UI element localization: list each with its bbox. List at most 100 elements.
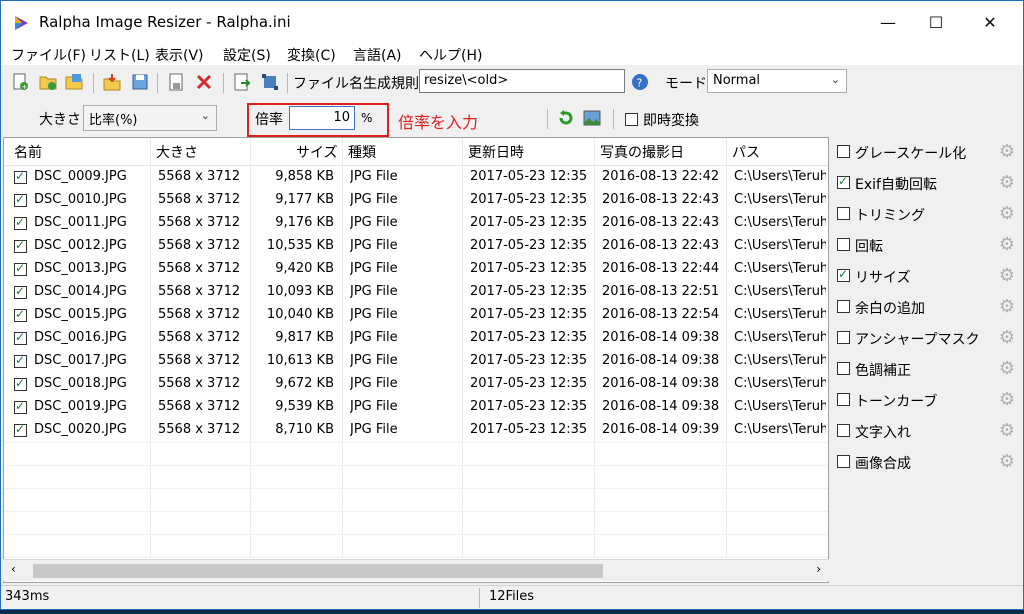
size-mode-select[interactable]: 比率(%) ⌄	[83, 105, 217, 131]
save-list-icon[interactable]	[131, 73, 149, 91]
option-item[interactable]: Exif自動回転 ⚙	[837, 172, 1017, 194]
option-checkbox[interactable]	[837, 267, 850, 282]
row-checkbox[interactable]	[14, 330, 27, 345]
row-checkbox[interactable]	[14, 238, 27, 253]
option-item[interactable]: トーンカーブ ⚙	[837, 389, 1017, 411]
scrollbar-thumb[interactable]	[33, 564, 603, 578]
column-header-modified[interactable]: 更新日時	[468, 142, 524, 162]
export-icon[interactable]	[233, 73, 251, 91]
table-row[interactable]: DSC_0009.JPG 5568 x 3712 9,858 KB JPG File 2…	[4, 166, 828, 189]
file-list[interactable]: 名前 大きさ サイズ 種類 更新日時 写真の撮影日 パス DSC_0009.JP…	[3, 137, 829, 583]
table-row[interactable]: DSC_0017.JPG 5568 x 3712 10,613 KB JPG File…	[4, 350, 828, 373]
gear-icon[interactable]: ⚙	[997, 328, 1017, 348]
add-file-icon[interactable]: +	[11, 73, 29, 91]
column-header-path[interactable]: パス	[732, 142, 760, 162]
row-checkbox[interactable]	[14, 307, 27, 322]
gear-icon[interactable]: ⚙	[997, 173, 1017, 193]
import-icon[interactable]	[103, 73, 121, 91]
gear-icon[interactable]: ⚙	[997, 204, 1017, 224]
close-button[interactable]: ✕	[967, 1, 1013, 43]
resize-frame-icon[interactable]	[261, 73, 279, 91]
maximize-button[interactable]: ☐	[913, 1, 959, 43]
add-folder-icon[interactable]	[39, 73, 57, 91]
gear-icon[interactable]: ⚙	[997, 359, 1017, 379]
minimize-button[interactable]: —	[865, 1, 911, 43]
row-checkbox[interactable]	[14, 399, 27, 414]
toolbar-separator	[613, 109, 614, 129]
gear-icon[interactable]: ⚙	[997, 390, 1017, 410]
table-row[interactable]: DSC_0018.JPG 5568 x 3712 9,672 KB JPG File 2…	[4, 373, 828, 396]
option-item[interactable]: 色調補正 ⚙	[837, 358, 1017, 380]
option-checkbox[interactable]	[837, 207, 850, 220]
menu-file[interactable]: ファイル(F)	[11, 45, 86, 65]
option-item[interactable]: アンシャープマスク ⚙	[837, 327, 1017, 349]
option-checkbox[interactable]	[837, 174, 850, 189]
column-header-size[interactable]: サイズ	[296, 142, 338, 162]
column-header-name[interactable]: 名前	[14, 142, 42, 162]
menu-settings[interactable]: 設定(S)	[223, 45, 271, 65]
row-checkbox[interactable]	[14, 376, 27, 391]
gear-icon[interactable]: ⚙	[997, 142, 1017, 162]
filename-rule-input[interactable]: resize\<old>	[419, 69, 625, 93]
menu-help[interactable]: ヘルプ(H)	[419, 45, 482, 65]
main-toolbar: + ファイル名生成規則 resize\<old> ? モード Normal ⌄	[1, 67, 1023, 97]
gear-icon[interactable]: ⚙	[997, 421, 1017, 441]
table-row[interactable]: DSC_0015.JPG 5568 x 3712 10,040 KB JPG File…	[4, 304, 828, 327]
instant-convert-label: 即時変換	[643, 113, 699, 129]
column-header-taken[interactable]: 写真の撮影日	[600, 142, 684, 162]
option-checkbox[interactable]	[837, 455, 850, 468]
scroll-right-icon[interactable]: ›	[816, 562, 821, 576]
option-item[interactable]: 余白の追加 ⚙	[837, 296, 1017, 318]
help-icon[interactable]: ?	[631, 73, 649, 91]
column-header-type[interactable]: 種類	[348, 142, 376, 162]
delete-icon[interactable]	[195, 73, 213, 91]
cell-modified: 2017-05-23 12:35	[470, 307, 588, 322]
row-checkbox[interactable]	[14, 169, 27, 184]
option-item[interactable]: リサイズ ⚙	[837, 265, 1017, 287]
open-folder-icon[interactable]	[65, 73, 83, 91]
option-checkbox[interactable]	[837, 331, 850, 344]
table-row[interactable]: DSC_0010.JPG 5568 x 3712 9,177 KB JPG File 2…	[4, 189, 828, 212]
option-checkbox[interactable]	[837, 238, 850, 251]
gear-icon[interactable]: ⚙	[997, 452, 1017, 472]
cell-path: C:\Users\Teruh	[734, 238, 826, 253]
option-item[interactable]: トリミング ⚙	[837, 203, 1017, 225]
row-checkbox[interactable]	[14, 353, 27, 368]
table-row[interactable]: DSC_0011.JPG 5568 x 3712 9,176 KB JPG File 2…	[4, 212, 828, 235]
option-checkbox[interactable]	[837, 424, 850, 437]
apply-arrow-icon[interactable]	[557, 109, 575, 127]
menu-language[interactable]: 言語(A)	[353, 45, 402, 65]
row-checkbox[interactable]	[14, 192, 27, 207]
row-checkbox[interactable]	[14, 215, 27, 230]
gear-icon[interactable]: ⚙	[997, 235, 1017, 255]
mode-select[interactable]: Normal ⌄	[707, 69, 847, 93]
option-checkbox[interactable]	[837, 300, 850, 313]
column-header-dimensions[interactable]: 大きさ	[156, 142, 198, 162]
table-row[interactable]: DSC_0012.JPG 5568 x 3712 10,535 KB JPG File…	[4, 235, 828, 258]
table-row[interactable]: DSC_0016.JPG 5568 x 3712 9,817 KB JPG File 2…	[4, 327, 828, 350]
menu-list[interactable]: リスト(L)	[89, 45, 150, 65]
scroll-left-icon[interactable]: ‹	[11, 562, 16, 576]
option-item[interactable]: 回転 ⚙	[837, 234, 1017, 256]
table-row[interactable]: DSC_0019.JPG 5568 x 3712 9,539 KB JPG File 2…	[4, 396, 828, 419]
option-item[interactable]: 画像合成 ⚙	[837, 451, 1017, 473]
clear-list-icon[interactable]	[167, 73, 185, 91]
option-checkbox[interactable]	[837, 145, 850, 158]
table-row[interactable]: DSC_0020.JPG 5568 x 3712 8,710 KB JPG File 2…	[4, 419, 828, 442]
table-row[interactable]: DSC_0013.JPG 5568 x 3712 9,420 KB JPG File 2…	[4, 258, 828, 281]
gear-icon[interactable]: ⚙	[997, 297, 1017, 317]
instant-convert-checkbox[interactable]	[625, 113, 638, 126]
option-checkbox[interactable]	[837, 362, 850, 375]
table-row[interactable]: DSC_0014.JPG 5568 x 3712 10,093 KB JPG File…	[4, 281, 828, 304]
horizontal-scrollbar[interactable]: ‹ ›	[3, 559, 829, 581]
row-checkbox[interactable]	[14, 422, 27, 437]
row-checkbox[interactable]	[14, 284, 27, 299]
gear-icon[interactable]: ⚙	[997, 266, 1017, 286]
menu-convert[interactable]: 変換(C)	[287, 45, 336, 65]
option-checkbox[interactable]	[837, 393, 850, 406]
preview-image-icon[interactable]	[583, 109, 601, 127]
menu-view[interactable]: 表示(V)	[155, 45, 204, 65]
option-item[interactable]: 文字入れ ⚙	[837, 420, 1017, 442]
option-item[interactable]: グレースケール化 ⚙	[837, 141, 1017, 163]
row-checkbox[interactable]	[14, 261, 27, 276]
